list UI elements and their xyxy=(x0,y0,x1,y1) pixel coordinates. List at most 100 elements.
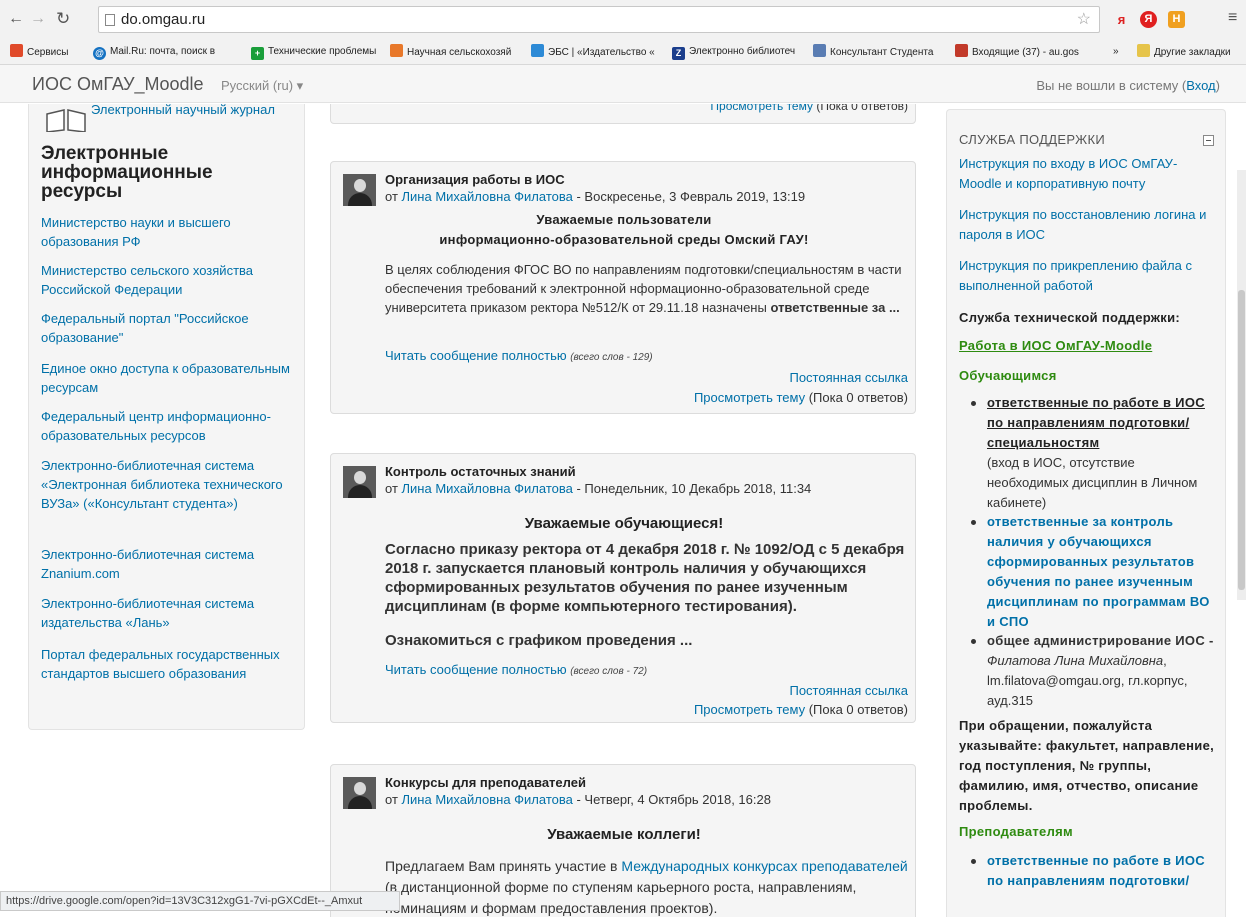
responsible-link[interactable]: ответственные по работе в ИОС по направл… xyxy=(987,395,1205,450)
author-avatar[interactable] xyxy=(343,174,376,206)
control-responsible-link[interactable]: ответственные за контроль наличия у обуч… xyxy=(987,512,1217,632)
mail-icon xyxy=(955,44,968,57)
post-greeting-line2: информационно-образовательной среды Омск… xyxy=(439,232,809,247)
student-item-2: ответственные за контроль наличия у обуч… xyxy=(971,512,1217,632)
post-control: Контроль остаточных знаний от Лина Михай… xyxy=(330,453,916,723)
permalink[interactable]: Постоянная ссылка xyxy=(789,370,908,385)
post-body: В целях соблюдения ФГОС ВО по направлени… xyxy=(385,262,902,315)
address-bar[interactable]: do.omgau.ru ☆ xyxy=(98,6,1100,33)
menu-icon[interactable]: ≡ xyxy=(1228,9,1237,27)
bookmarks-bar: Сервисы @ Mail.Ru: почта, поиск в + Технич… xyxy=(0,40,1246,64)
link-attach-instruction[interactable]: Инструкция по прикреплению файла с выпол… xyxy=(959,256,1217,296)
contests-link[interactable]: Международных конкурсах преподавателей xyxy=(621,858,907,874)
page-icon xyxy=(105,14,115,26)
login-info: Вы не вошли в систему (Вход) xyxy=(1036,78,1220,93)
scrollbar-thumb[interactable] xyxy=(1238,290,1245,590)
author-link[interactable]: Лина Михайловна Филатова xyxy=(402,792,573,807)
plus-icon: + xyxy=(251,47,264,60)
students-heading: Обучающимся xyxy=(959,368,1057,383)
address-text: do.omgau.ru xyxy=(121,11,206,28)
teachers-heading: Преподавателям xyxy=(959,824,1073,839)
login-link[interactable]: Вход xyxy=(1186,78,1215,93)
bookmark-science[interactable]: Научная сельскохозяй xyxy=(390,44,521,60)
resources-heading: Электронные информационные ресурсы xyxy=(41,143,213,202)
bookmark-student[interactable]: Консультант Студента xyxy=(813,44,944,60)
journal-link[interactable]: Электронный научный журнал xyxy=(91,104,275,117)
author-link[interactable]: Лина Михайловна Филатова xyxy=(402,481,573,496)
bookmark-mailru[interactable]: @ Mail.Ru: почта, поиск в xyxy=(93,44,250,60)
link-login-instruction[interactable]: Инструкция по входу в ИОС ОмГАУ-Moodle и… xyxy=(959,154,1217,194)
previous-post: Просмотреть тему (Пока 0 ответов) xyxy=(330,104,916,124)
post-greeting-line1: Уважаемые пользователи xyxy=(536,212,712,227)
author-avatar[interactable] xyxy=(343,466,376,498)
read-more-link[interactable]: Читать сообщение полностью xyxy=(385,348,567,363)
link-restore-instruction[interactable]: Инструкция по восстановлению логина и па… xyxy=(959,205,1217,245)
folder-icon xyxy=(1137,44,1150,57)
post-meta: от Лина Михайловна Филатова - Воскресень… xyxy=(385,189,806,204)
consultant-icon xyxy=(813,44,826,57)
bookmark-tech-problems[interactable]: + Технические проблемы xyxy=(251,44,378,60)
z-icon: Z xyxy=(672,47,685,60)
link-window[interactable]: Единое окно доступа к образовательным ре… xyxy=(41,359,296,397)
author-link[interactable]: Лина Михайловна Филатова xyxy=(402,189,573,204)
post-greeting: Уважаемые обучающиеся! xyxy=(524,515,724,532)
yandex-browser-icon[interactable]: Я xyxy=(1140,11,1157,28)
bookmark-inbox[interactable]: Входящие (37) - au.gos xyxy=(955,44,1092,60)
support-title: Служба технической поддержки: xyxy=(959,310,1181,325)
read-more-link[interactable]: Читать сообщение полностью xyxy=(385,662,567,677)
ebs-icon xyxy=(531,44,544,57)
bookmarks-overflow[interactable]: » xyxy=(1113,44,1119,60)
post-contests: Конкурсы для преподавателей от Лина Миха… xyxy=(330,764,916,917)
link-student-consult[interactable]: Электронно-библиотечная система «Электро… xyxy=(41,456,291,513)
post-title: Конкурсы для преподавателей xyxy=(385,775,586,790)
post-body-2: Ознакомиться с графиком проведения ... xyxy=(385,632,693,649)
post-organization: Организация работы в ИОС от Лина Михайло… xyxy=(330,161,916,414)
reload-icon[interactable]: ↻ xyxy=(56,10,70,28)
scrollbar[interactable] xyxy=(1237,170,1246,600)
link-fcior[interactable]: Федеральный центр информационно-образова… xyxy=(41,407,296,445)
bookmark-elib[interactable]: Z Электронно библиотеч xyxy=(672,44,803,60)
post-meta: от Лина Михайловна Филатова - Понедельни… xyxy=(385,481,812,496)
author-avatar[interactable] xyxy=(343,777,376,809)
back-icon[interactable]: ← xyxy=(8,10,24,28)
yandex-icon[interactable]: я xyxy=(1113,11,1130,28)
post-title: Организация работы в ИОС xyxy=(385,172,565,187)
work-link[interactable]: Работа в ИОС ОмГАУ-Moodle xyxy=(959,338,1152,353)
bookmark-other[interactable]: Другие закладки xyxy=(1137,44,1246,60)
link-fgos-portal[interactable]: Портал федеральных государственных станд… xyxy=(41,645,296,683)
link-znanium[interactable]: Электронно-библиотечная система Znanium.… xyxy=(41,545,291,583)
star-icon[interactable]: ☆ xyxy=(1077,7,1091,32)
address-row: ← → ↻ do.omgau.ru ☆ я Я H ≡ xyxy=(0,0,1246,40)
extension-h-icon[interactable]: H xyxy=(1168,11,1185,28)
left-block: Электронный научный журнал Электронные и… xyxy=(28,104,305,730)
status-bar: https://drive.google.com/open?id=13V3C31… xyxy=(0,891,400,911)
teacher-responsible-link[interactable]: ответственные по работе в ИОС по направл… xyxy=(987,851,1217,891)
link-lan[interactable]: Электронно-библиотечная система издатель… xyxy=(41,594,291,632)
appeal-note: При обращении, пожалуйста указывайте: фа… xyxy=(959,718,1215,813)
browser-chrome: ← → ↻ do.omgau.ru ☆ я Я H ≡ Сервисы @ Mai… xyxy=(0,0,1246,65)
link-minobrnauki[interactable]: Министерство науки и высшего образования… xyxy=(41,213,296,251)
read-more: Читать сообщение полностью (всего слов -… xyxy=(385,662,648,677)
link-edu-portal[interactable]: Федеральный портал "Российское образован… xyxy=(41,309,296,347)
teacher-item-1: ответственные по работе в ИОС по направл… xyxy=(971,851,1217,891)
collapse-icon[interactable] xyxy=(1203,135,1214,146)
language-menu[interactable]: Русский (ru) ▾ xyxy=(221,78,303,94)
support-header: СЛУЖБА ПОДДЕРЖКИ xyxy=(959,132,1105,147)
post-meta: от Лина Михайловна Филатова - Четверг, 4… xyxy=(385,792,771,807)
post-greeting: Уважаемые коллеги! xyxy=(547,826,701,843)
read-more: Читать сообщение полностью (всего слов -… xyxy=(385,348,653,363)
book-icon xyxy=(46,109,86,132)
page-content: Электронный научный журнал Электронные и… xyxy=(0,104,1246,917)
view-topic: Просмотреть тему (Пока 0 ответов) xyxy=(693,390,908,405)
bookmark-services[interactable]: Сервисы xyxy=(10,44,68,60)
apps-icon xyxy=(10,44,23,57)
prev-view-topic: Просмотреть тему (Пока 0 ответов) xyxy=(710,104,908,113)
mailru-icon: @ xyxy=(93,47,106,60)
view-topic: Просмотреть тему (Пока 0 ответов) xyxy=(693,702,908,717)
student-item-3: общее администрирование ИОС - Филатова Л… xyxy=(971,631,1217,711)
bookmark-ebs[interactable]: ЭБС | «Издательство « xyxy=(531,44,662,60)
forward-icon[interactable]: → xyxy=(30,10,46,28)
link-minselhoz[interactable]: Министерство сельского хозяйства Российс… xyxy=(41,261,296,299)
permalink[interactable]: Постоянная ссылка xyxy=(789,683,908,698)
site-brand[interactable]: ИОС ОмГАУ_Moodle xyxy=(32,74,204,95)
